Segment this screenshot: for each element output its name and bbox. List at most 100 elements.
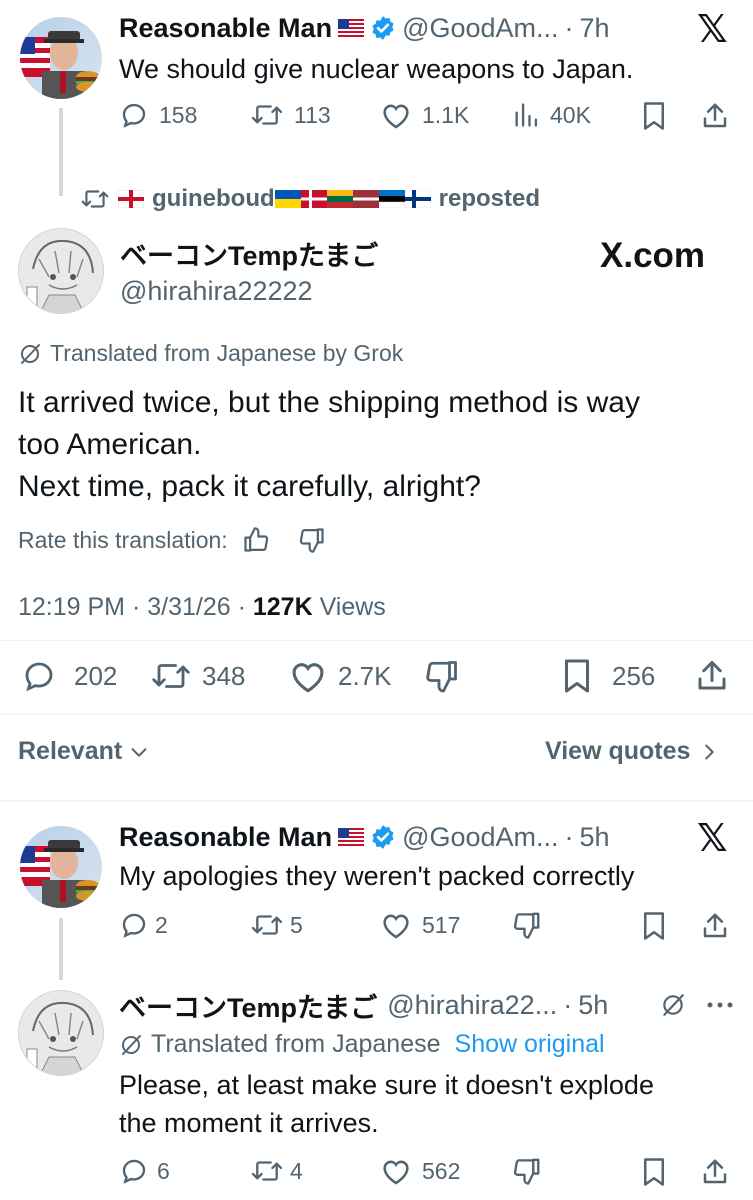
repost-icon — [152, 664, 190, 688]
reply-button[interactable]: 6 — [119, 1156, 170, 1186]
repost-count: 5 — [290, 911, 303, 938]
translation-note: Translated from Japanese by Grok — [50, 340, 404, 366]
sort-label: Relevant — [18, 737, 123, 765]
bookmark-button[interactable] — [640, 1157, 668, 1187]
rate-translation-label: Rate this translation: — [18, 526, 228, 553]
bookmark-button[interactable] — [640, 101, 668, 131]
post-time[interactable]: 7h — [580, 13, 610, 44]
verified-badge-icon — [372, 16, 394, 40]
avatar[interactable] — [18, 990, 104, 1076]
reply-count: 2 — [155, 911, 168, 938]
reply-button[interactable]: 202 — [20, 658, 117, 694]
heart-icon — [383, 104, 409, 129]
author-name[interactable]: ベーコンTempたまご — [119, 986, 377, 1025]
latvia-flag-icon — [352, 190, 379, 208]
thumbs-down-icon[interactable] — [298, 526, 326, 554]
verified-badge-icon — [372, 825, 394, 849]
separator-dot: · — [564, 12, 574, 43]
author-handle[interactable]: @GoodAm... — [402, 822, 558, 853]
repost-button[interactable]: 113 — [250, 100, 331, 130]
author-name[interactable]: ベーコンTempたまご — [120, 238, 378, 274]
repost-icon — [251, 915, 283, 935]
post-time[interactable]: 5h — [580, 822, 610, 853]
like-count: 562 — [422, 1157, 461, 1184]
views-label: Views — [312, 593, 386, 621]
like-count: 1.1K — [422, 101, 470, 128]
view-quotes-link[interactable]: View quotes — [545, 737, 720, 766]
heart-icon — [292, 663, 324, 693]
views-button[interactable]: 40K — [512, 100, 591, 130]
author-handle[interactable]: @GoodAm... — [402, 13, 558, 44]
chevron-down-icon — [131, 747, 147, 757]
reply-count: 202 — [74, 660, 118, 691]
reply-text: My apologies they weren't packed correct… — [119, 861, 635, 891]
sort-dropdown[interactable]: Relevant — [18, 737, 150, 766]
avatar[interactable] — [18, 228, 104, 314]
grok-icon[interactable] — [660, 992, 686, 1018]
bookmark-icon — [565, 659, 589, 693]
repost-banner[interactable]: guineboud reposted — [80, 183, 540, 215]
author-handle[interactable]: @hirahira22... — [387, 990, 557, 1021]
repost-icon — [251, 105, 283, 125]
author-name[interactable]: Reasonable Man — [119, 822, 332, 853]
repost-user[interactable]: guineboud — [152, 185, 275, 213]
reply-button[interactable]: 158 — [119, 100, 197, 130]
reply-icon — [122, 913, 146, 938]
thumbs-down-button[interactable] — [512, 910, 542, 940]
view-quotes-label: View quotes — [545, 737, 691, 765]
repost-button[interactable]: 348 — [150, 658, 245, 694]
share-button[interactable] — [700, 911, 730, 941]
share-button[interactable] — [700, 101, 730, 131]
share-button[interactable] — [700, 1157, 730, 1187]
views-icon — [515, 103, 538, 127]
lithuania-flag-icon — [326, 190, 353, 208]
avatar[interactable] — [20, 17, 102, 99]
like-button[interactable]: 1.1K — [380, 100, 469, 130]
denmark-flag-icon — [300, 190, 327, 208]
grok-icon — [122, 1034, 141, 1055]
bookmark-icon — [644, 1158, 664, 1186]
like-button[interactable]: 2.7K — [288, 658, 392, 694]
tweet-text-line: Next time, pack it carefully, alright? — [18, 470, 481, 503]
thumbs-up-icon[interactable] — [242, 526, 270, 554]
repost-count: 348 — [202, 660, 246, 691]
post-time[interactable]: 5h — [578, 990, 608, 1021]
bookmark-button[interactable]: 256 — [560, 658, 655, 694]
thumbs-down-button[interactable] — [512, 1156, 542, 1186]
show-original-link[interactable]: Show original — [455, 1030, 605, 1059]
heart-icon — [383, 1160, 409, 1185]
author-handle[interactable]: @hirahira22222 — [120, 273, 313, 309]
share-icon — [698, 661, 726, 690]
thread-line — [59, 108, 63, 196]
share-button[interactable] — [694, 658, 730, 694]
separator-dot: · — [564, 821, 574, 852]
us-flag-icon — [338, 19, 365, 37]
views-count: 127K — [252, 593, 313, 621]
site-logo-text: X.com — [600, 236, 706, 275]
like-count: 517 — [422, 911, 461, 938]
reply-text-line: the moment it arrives. — [119, 1108, 379, 1138]
reply-button[interactable]: 2 — [119, 910, 168, 940]
reply-icon — [122, 1159, 146, 1184]
repost-button[interactable]: 4 — [250, 1156, 303, 1186]
avatar[interactable] — [20, 826, 102, 908]
ukraine-flag-icon — [274, 190, 301, 208]
repost-icon — [251, 1161, 283, 1181]
more-options-icon[interactable] — [706, 1001, 734, 1009]
bookmark-button[interactable] — [640, 911, 668, 941]
repost-label: reposted — [438, 185, 540, 212]
thumbs-down-button[interactable] — [424, 658, 460, 694]
reply-count: 6 — [157, 1157, 170, 1184]
share-icon — [703, 103, 727, 128]
like-button[interactable]: 517 — [380, 910, 460, 940]
author-name[interactable]: Reasonable Man — [119, 13, 332, 44]
timestamp[interactable]: 12:19 PM · 3/31/26 · — [18, 593, 253, 621]
like-button[interactable]: 562 — [380, 1156, 460, 1186]
x-logo-icon: 𝕏 — [697, 816, 728, 860]
share-icon — [703, 1159, 727, 1184]
thumbs-down-icon — [513, 912, 540, 939]
thread-line — [59, 918, 63, 980]
like-count: 2.7K — [338, 660, 392, 691]
repost-button[interactable]: 5 — [250, 910, 303, 940]
repost-icon — [81, 190, 109, 208]
